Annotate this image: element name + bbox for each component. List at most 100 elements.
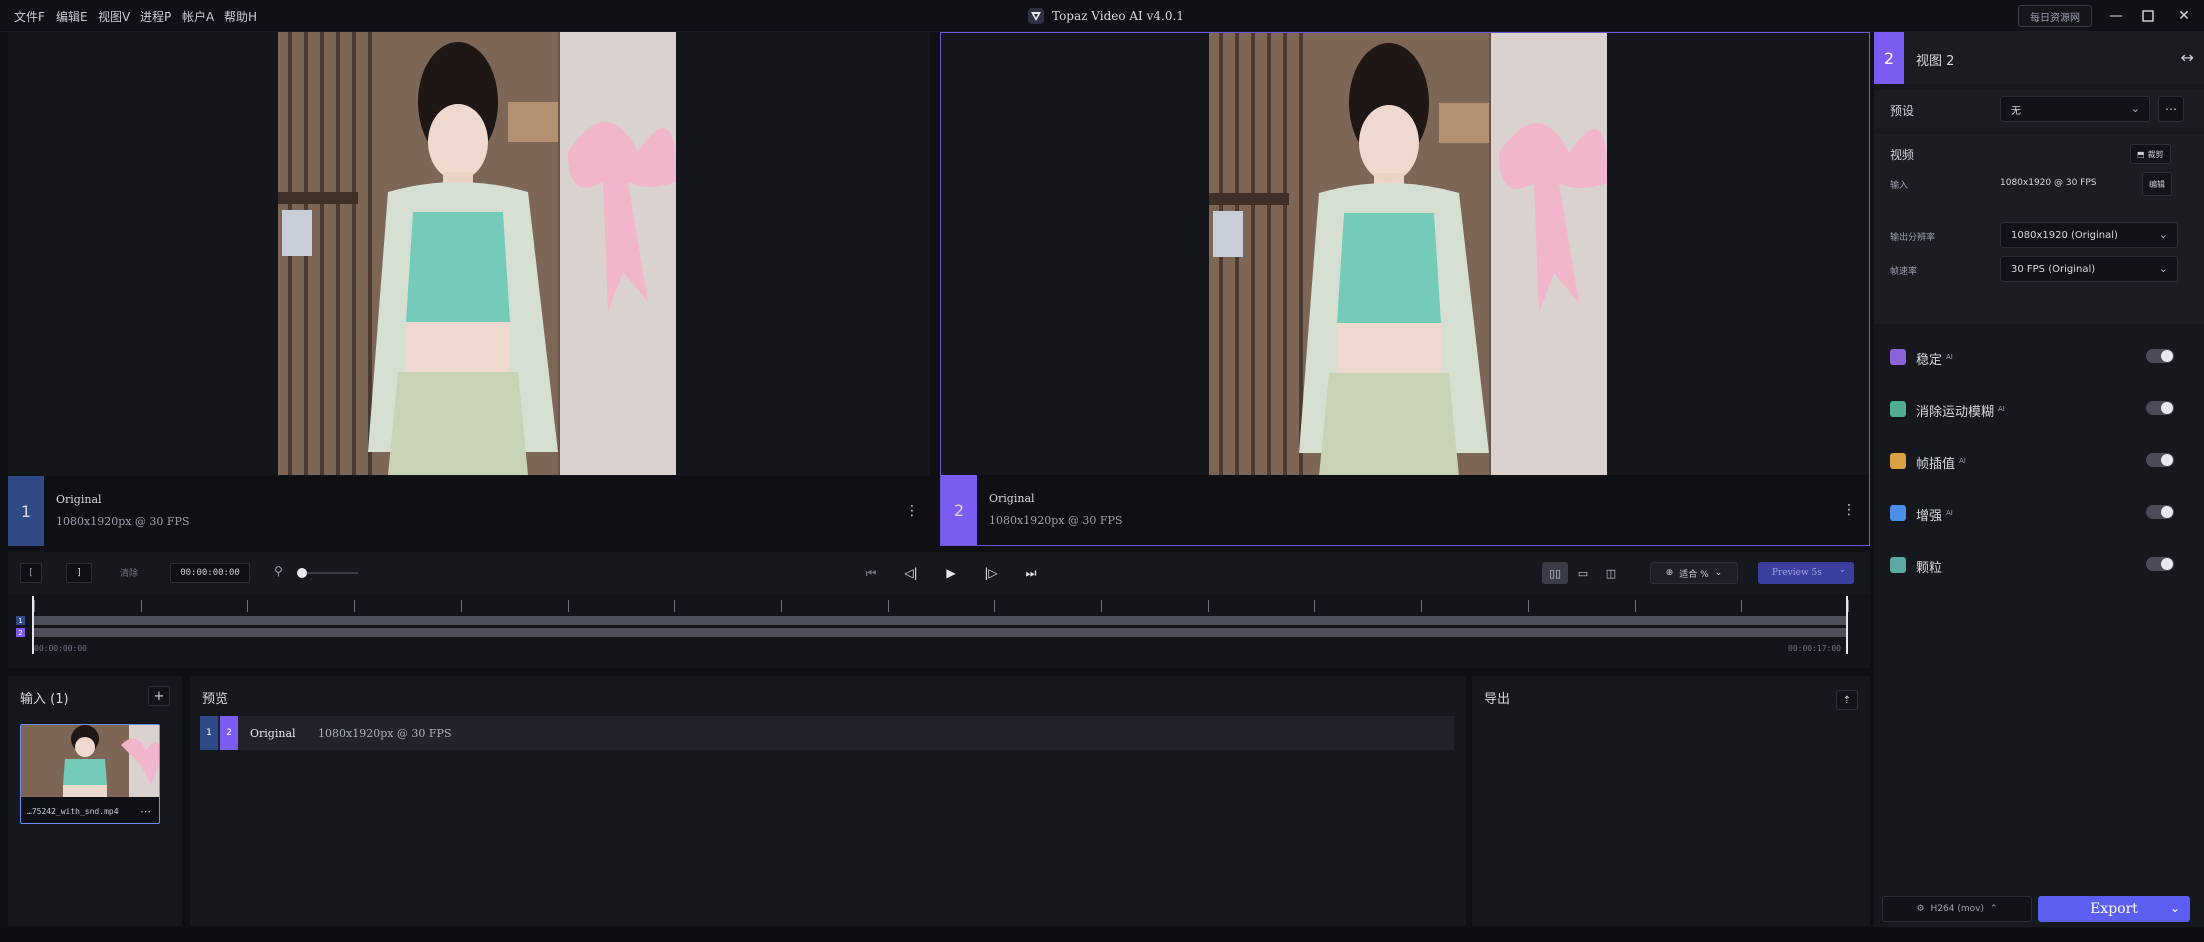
frame-interpolation-icon — [1890, 453, 1906, 469]
preview-pane-2[interactable]: 2 Original 1080x1920px @ 30 FPS ⋮ — [940, 32, 1870, 546]
timeline-tick — [567, 600, 569, 612]
play-icon[interactable]: ▶ — [940, 563, 962, 583]
maximize-icon[interactable] — [2138, 6, 2158, 26]
menu-process[interactable]: 进程P — [140, 8, 171, 25]
menu-account[interactable]: 帐户A — [182, 8, 214, 25]
video-frame-image — [1209, 33, 1607, 476]
frame-rate-value: 30 FPS (Original) — [2011, 263, 2096, 275]
pane-info-bar: 2 Original 1080x1920px @ 30 FPS ⋮ — [941, 475, 1869, 545]
preview-queue-row[interactable]: 1 2 Original 1080x1920px @ 30 FPS — [200, 716, 1454, 750]
menu-file[interactable]: 文件F — [14, 8, 45, 25]
timeline-tick — [1314, 600, 1316, 612]
feature-toggle[interactable] — [2146, 401, 2174, 415]
export-queue-panel: 导出 ⇡ — [1472, 676, 1870, 926]
more-horizontal-icon[interactable]: ⋯ — [2158, 96, 2184, 122]
timeline-tick — [34, 600, 35, 612]
timeline-tick — [1101, 600, 1103, 612]
menu-help[interactable]: 帮助H — [224, 8, 257, 25]
more-vertical-icon[interactable]: ⋮ — [1831, 475, 1867, 545]
mark-out-button[interactable]: ] — [66, 563, 92, 583]
timeline-tick — [887, 600, 889, 612]
preset-label: 预设 — [1890, 104, 1915, 118]
more-horizontal-icon[interactable]: ⋯ — [140, 805, 151, 818]
ai-feature-row[interactable]: 颗粒 — [1874, 538, 2204, 590]
crop-icon: ⬒ — [2137, 149, 2145, 159]
export-button[interactable]: Export ⌄ — [2038, 896, 2190, 922]
preset-select[interactable]: 无 ⌄ — [2000, 96, 2150, 122]
expand-horizontal-icon[interactable]: ↔ — [2181, 48, 2194, 67]
timeline-end-time: 00:00:17:00 — [1788, 644, 1841, 653]
zoom-fit-select[interactable]: ⊕ 适合 % ⌄ — [1650, 562, 1738, 584]
input-file-card[interactable]: …75242_with_snd.mp4 ⋯ — [20, 724, 160, 824]
pane-title: Original — [989, 492, 1035, 505]
video-section: 视频 ⬒ 裁剪 输入 1080x1920 @ 30 FPS 编辑 输出分辨率 1… — [1874, 134, 2204, 324]
timeline-tick — [780, 600, 782, 612]
feature-toggle[interactable] — [2146, 349, 2174, 363]
ai-feature-row[interactable]: 增强 AI — [1874, 486, 2204, 538]
zoom-search-icon: ⚲ — [274, 564, 283, 578]
timeline-tick — [1527, 600, 1529, 612]
frame-rate-label: 帧速率 — [1890, 267, 1918, 277]
timeline-tick — [994, 600, 996, 612]
zoom-slider-knob[interactable] — [297, 568, 307, 578]
grain-icon — [1890, 557, 1906, 573]
frame-rate-select[interactable]: 30 FPS (Original) ⌄ — [2000, 256, 2178, 282]
mark-in-button[interactable]: [ — [20, 563, 42, 583]
timeline-tick — [247, 600, 249, 612]
codec-label: H264 (mov) — [1930, 904, 1984, 914]
fit-label: 适合 % — [1679, 569, 1709, 580]
skip-to-end-icon[interactable]: ⏭ — [1020, 563, 1042, 583]
chevron-down-icon[interactable]: ⌄ — [1838, 565, 1846, 575]
ai-feature-label: 稳定 AI — [1916, 352, 1953, 368]
zoom-slider[interactable] — [297, 568, 358, 578]
video-frame-image — [278, 32, 676, 475]
preview-button[interactable]: Preview 5s ⌄ — [1758, 562, 1854, 584]
sort-icon[interactable]: ⇡ — [1836, 690, 1858, 710]
track-2[interactable] — [34, 628, 1848, 637]
pane-resolution: 1080x1920px @ 30 FPS — [56, 515, 190, 528]
skip-to-start-icon[interactable]: ⏮ — [860, 563, 882, 583]
preview-label: Preview 5s — [1772, 568, 1822, 578]
timeline-tick — [460, 600, 462, 612]
feature-toggle[interactable] — [2146, 557, 2174, 571]
title-bar: 文件F 编辑E 视图V 进程P 帐户A 帮助H Topaz Video AI v… — [0, 0, 2204, 32]
ai-feature-row[interactable]: 帧插值 AI — [1874, 434, 2204, 486]
edit-button[interactable]: 编辑 — [2142, 172, 2172, 196]
timeline-tick — [140, 600, 142, 612]
video-label: 视频 — [1890, 148, 1915, 162]
clear-button[interactable]: 清除 — [120, 566, 138, 579]
minimize-icon[interactable]: — — [2106, 6, 2126, 26]
pane-title: Original — [56, 493, 102, 506]
split-view-layout-icon[interactable]: ◫ — [1598, 562, 1624, 584]
playhead-end-handle[interactable] — [1846, 596, 1848, 654]
toggle-knob — [2161, 506, 2173, 518]
crop-button[interactable]: ⬒ 裁剪 — [2130, 144, 2171, 164]
output-resolution-select[interactable]: 1080x1920 (Original) ⌄ — [2000, 222, 2178, 248]
timecode-field[interactable]: 00:00:00:00 — [170, 563, 250, 583]
close-icon[interactable]: ✕ — [2174, 6, 2194, 26]
daily-resource-button[interactable]: 每日资源网 — [2018, 5, 2092, 27]
enhance-icon — [1890, 505, 1906, 521]
preview-pane-1[interactable]: 1 Original 1080x1920px @ 30 FPS ⋮ — [8, 32, 930, 546]
ai-feature-row[interactable]: 消除运动模糊 AI — [1874, 382, 2204, 434]
timeline[interactable]: 1 2 00:00:00:00 00:00:17:00 — [8, 594, 1870, 668]
ai-feature-row[interactable]: 稳定 AI — [1874, 330, 2204, 382]
side-by-side-layout-icon[interactable]: ▯▯ — [1542, 562, 1568, 584]
more-vertical-icon[interactable]: ⋮ — [894, 476, 930, 546]
codec-select[interactable]: ⚙ H264 (mov) ⌃ — [1882, 896, 2032, 922]
chevron-down-icon: ⌄ — [2130, 102, 2140, 115]
step-back-icon[interactable]: ◁| — [900, 563, 922, 583]
add-input-icon[interactable]: + — [148, 686, 170, 706]
toggle-knob — [2161, 350, 2173, 362]
chevron-down-icon[interactable]: ⌄ — [2170, 901, 2180, 915]
feature-toggle[interactable] — [2146, 453, 2174, 467]
track-1[interactable] — [34, 616, 1848, 625]
toggle-knob — [2161, 402, 2173, 414]
menu-edit[interactable]: 编辑E — [56, 8, 88, 25]
feature-toggle[interactable] — [2146, 505, 2174, 519]
single-view-layout-icon[interactable]: ▭ — [1570, 562, 1596, 584]
step-forward-icon[interactable]: |▷ — [980, 563, 1002, 583]
menu-view[interactable]: 视图V — [98, 8, 130, 25]
pane-number-badge: 2 — [941, 475, 977, 545]
row-badge-1: 1 — [200, 716, 218, 750]
